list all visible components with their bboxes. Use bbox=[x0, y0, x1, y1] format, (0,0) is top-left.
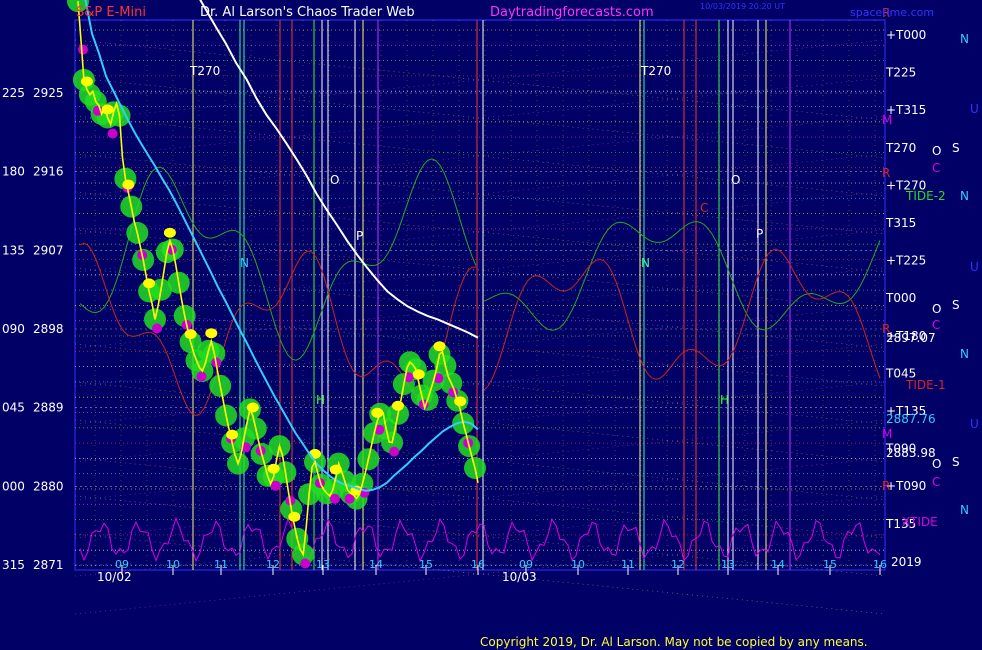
cycle-label: M bbox=[882, 427, 892, 441]
y-tick-price: 2898 bbox=[33, 322, 64, 336]
cycle-label: C bbox=[932, 318, 940, 332]
date-label-2: 10/03 bbox=[502, 570, 537, 584]
yellow-marker bbox=[309, 448, 321, 459]
yellow-marker bbox=[80, 76, 93, 87]
cycle-label: H bbox=[720, 393, 729, 407]
x-tick-label: 15 bbox=[823, 558, 837, 571]
yellow-marker bbox=[392, 400, 404, 411]
brand-label: spacetime.com bbox=[850, 6, 934, 19]
yellow-marker bbox=[143, 278, 156, 289]
year-label: 2019 bbox=[891, 555, 922, 569]
tide-label-2: TIDE-2 bbox=[905, 189, 946, 203]
y-tick-degree: 135 bbox=[2, 243, 25, 257]
harmonic-label: +T000 bbox=[886, 28, 926, 42]
x-tick-label: 13 bbox=[721, 558, 735, 571]
cycle-label: P bbox=[756, 227, 763, 241]
x-tick-label: 14 bbox=[369, 558, 383, 571]
x-tick-label: 11 bbox=[621, 558, 635, 571]
y-tick-degree: 090 bbox=[2, 322, 25, 336]
cycle-label: N bbox=[641, 256, 650, 270]
y-tick-degree: 225 bbox=[2, 86, 25, 100]
site-link[interactable]: Daytradingforecasts.com bbox=[490, 5, 654, 20]
yellow-marker bbox=[226, 429, 239, 440]
magenta-marker bbox=[389, 446, 400, 457]
x-tick-label: 12 bbox=[671, 558, 685, 571]
harmonic-label: T225 bbox=[885, 66, 916, 80]
y-tick-degree: 045 bbox=[2, 401, 25, 415]
x-tick-label: 10 bbox=[571, 558, 585, 571]
cycle-label: O bbox=[932, 144, 941, 158]
y-tick-degree: 315 bbox=[2, 558, 25, 572]
cycle-label: T270 bbox=[189, 64, 220, 78]
cycle-label: P bbox=[356, 229, 363, 243]
timestamp-line: 10/03/2019 20:20 UT bbox=[700, 2, 785, 11]
cycle-label: N bbox=[960, 189, 969, 203]
cycle-label: N bbox=[960, 32, 969, 46]
harmonic-label: T270 bbox=[885, 141, 916, 155]
yellow-marker bbox=[246, 402, 259, 413]
x-tick-label: 11 bbox=[214, 558, 228, 571]
yellow-marker bbox=[412, 369, 425, 380]
cycle-label: N bbox=[240, 256, 249, 270]
cycle-label: S bbox=[952, 298, 960, 312]
price-label-3: 2883.98 bbox=[886, 446, 936, 460]
symbol-title: S&P E-Mini bbox=[76, 5, 146, 20]
magenta-marker bbox=[78, 44, 88, 55]
y-tick-price: 2907 bbox=[33, 243, 64, 257]
chaos-trader-chart: 225 2925 180 2916 135 2907 090 2898 045 2889 000 28… bbox=[0, 0, 982, 650]
price-label-1: 2897.07 bbox=[886, 331, 936, 345]
y-tick-price: 2871 bbox=[33, 558, 64, 572]
cycle-label: C bbox=[700, 201, 708, 215]
x-tick-label: 15 bbox=[419, 558, 433, 571]
cycle-label: U bbox=[970, 417, 979, 431]
x-tick-label: 16 bbox=[471, 558, 485, 571]
harmonic-label: T315 bbox=[885, 216, 916, 230]
cycle-label: S bbox=[952, 141, 960, 155]
yellow-marker bbox=[163, 227, 176, 238]
yellow-marker bbox=[433, 341, 446, 352]
yellow-marker bbox=[205, 328, 218, 339]
x-tick-label: 13 bbox=[316, 558, 330, 571]
cycle-label: H bbox=[316, 393, 325, 407]
magenta-marker bbox=[196, 371, 207, 382]
x-tick-label: 16 bbox=[873, 558, 887, 571]
y-tick-price: 2925 bbox=[33, 86, 64, 100]
cycle-label: O bbox=[330, 173, 339, 187]
cycle-label: T270 bbox=[640, 64, 671, 78]
date-label-1: 10/02 bbox=[97, 570, 132, 584]
harmonic-label: +T315 bbox=[886, 103, 926, 117]
y-tick-degree: 180 bbox=[2, 165, 25, 179]
x-tick-label: 14 bbox=[771, 558, 785, 571]
y-tick-degree: 000 bbox=[2, 479, 25, 493]
harmonic-label: +T225 bbox=[886, 254, 926, 268]
yellow-marker bbox=[184, 329, 197, 340]
cycle-label: O bbox=[731, 173, 740, 187]
cycle-label: C bbox=[932, 475, 940, 489]
cycle-label: N bbox=[960, 503, 969, 517]
cycle-label: U bbox=[970, 260, 979, 274]
harmonic-label: +T090 bbox=[886, 479, 926, 493]
y-tick-price: 2916 bbox=[33, 165, 64, 179]
yellow-marker bbox=[288, 511, 301, 522]
cycle-label: N bbox=[960, 347, 969, 361]
cycle-label: C bbox=[932, 161, 940, 175]
x-tick-label: 12 bbox=[266, 558, 280, 571]
magenta-marker bbox=[107, 128, 118, 139]
magenta-marker bbox=[329, 493, 340, 504]
x-tick-label: 10 bbox=[166, 558, 180, 571]
cycle-label: O bbox=[932, 302, 941, 316]
cycle-label: S bbox=[952, 455, 960, 469]
tide-label-1: TIDE-1 bbox=[905, 378, 946, 392]
author-title: Dr. Al Larson's Chaos Trader Web bbox=[200, 5, 415, 20]
y-tick-price: 2880 bbox=[33, 479, 64, 493]
y-tick-price: 2889 bbox=[33, 401, 64, 415]
yellow-marker bbox=[122, 179, 135, 190]
tide-label-x: XTIDE bbox=[902, 515, 938, 529]
harmonic-label: T000 bbox=[885, 291, 916, 305]
magenta-marker bbox=[300, 558, 311, 569]
magenta-marker bbox=[152, 323, 162, 334]
price-label-2: 2887.76 bbox=[886, 412, 936, 426]
copyright-notice: Copyright 2019, Dr. Al Larson. May not b… bbox=[480, 635, 868, 649]
cycle-label: U bbox=[970, 102, 979, 116]
